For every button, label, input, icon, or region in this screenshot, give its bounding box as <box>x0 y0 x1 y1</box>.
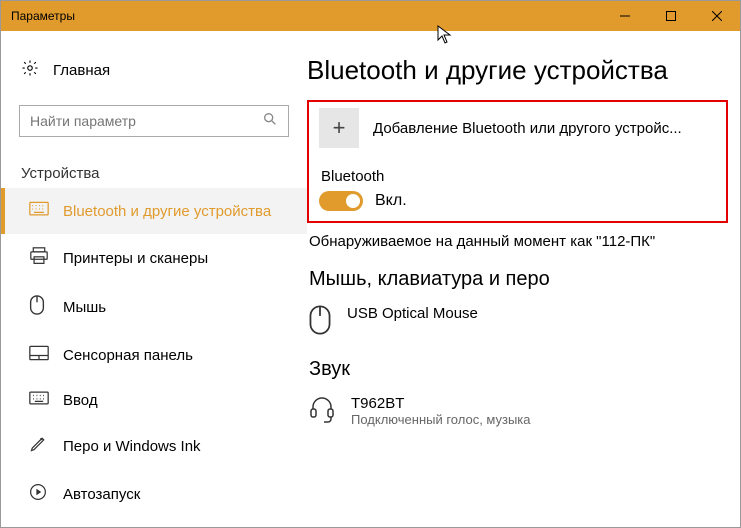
titlebar: Параметры <box>1 1 740 31</box>
device-row-headset[interactable]: T962BT Подключенный голос, музыка <box>307 391 740 446</box>
sidebar-item-label: Мышь <box>63 299 106 316</box>
sidebar-item-bluetooth[interactable]: Bluetooth и другие устройства <box>1 188 307 234</box>
toggle-state-label: Вкл. <box>375 192 407 210</box>
device-subtitle: Подключенный голос, музыка <box>351 412 531 427</box>
search-input[interactable] <box>19 105 289 137</box>
pen-icon <box>29 435 49 457</box>
plus-icon: + <box>319 108 359 148</box>
sidebar-item-touchpad[interactable]: Сенсорная панель <box>1 332 307 378</box>
sidebar-item-typing[interactable]: Ввод <box>1 378 307 422</box>
sidebar-group-title: Устройства <box>1 155 307 188</box>
sidebar-item-mouse[interactable]: Мышь <box>1 282 307 332</box>
sidebar-item-label: Сенсорная панель <box>63 347 193 364</box>
add-device-button[interactable]: + Добавление Bluetooth или другого устро… <box>319 108 716 148</box>
sidebar-item-label: Ввод <box>63 392 98 409</box>
maximize-button[interactable] <box>648 1 694 31</box>
mouse-icon <box>29 295 49 319</box>
sidebar-item-printers[interactable]: Принтеры и сканеры <box>1 234 307 282</box>
main-content: Bluetooth и другие устройства + Добавлен… <box>307 31 740 527</box>
sidebar-item-pen[interactable]: Перо и Windows Ink <box>1 422 307 470</box>
sidebar-item-label: Автозапуск <box>63 486 140 503</box>
bluetooth-toggle[interactable] <box>319 191 363 211</box>
search-field[interactable] <box>30 113 278 129</box>
device-name: T962BT <box>351 395 531 412</box>
sidebar-home-label: Главная <box>53 62 110 79</box>
sidebar-item-label: Перо и Windows Ink <box>63 438 201 455</box>
autoplay-icon <box>29 483 49 505</box>
highlighted-region: + Добавление Bluetooth или другого устро… <box>307 100 728 223</box>
device-name: USB Optical Mouse <box>347 305 478 322</box>
search-icon <box>262 111 278 132</box>
sidebar: Главная Устройства Bluetooth и другие ус… <box>1 31 307 527</box>
gear-icon <box>21 59 39 81</box>
discoverable-text: Обнаруживаемое на данный момент как "112… <box>309 233 740 250</box>
sidebar-home[interactable]: Главная <box>1 49 307 91</box>
window-title: Параметры <box>11 9 75 23</box>
bluetooth-label: Bluetooth <box>321 168 716 185</box>
close-button[interactable] <box>694 1 740 31</box>
section-sound: Звук <box>309 358 740 381</box>
sidebar-item-autoplay[interactable]: Автозапуск <box>1 470 307 518</box>
page-title: Bluetooth и другие устройства <box>307 55 740 86</box>
mouse-icon <box>309 305 331 340</box>
sidebar-item-label: Принтеры и сканеры <box>63 250 208 267</box>
sidebar-item-label: Bluetooth и другие устройства <box>63 203 271 220</box>
keyboard-icon <box>29 391 49 409</box>
add-device-label: Добавление Bluetooth или другого устройс… <box>373 120 682 137</box>
headset-icon <box>309 395 335 428</box>
section-mouse-keyboard: Мышь, клавиатура и перо <box>309 268 740 291</box>
touchpad-icon <box>29 345 49 365</box>
keyboard-icon <box>29 201 49 221</box>
printer-icon <box>29 247 49 269</box>
device-row-mouse[interactable]: USB Optical Mouse <box>307 301 740 358</box>
minimize-button[interactable] <box>602 1 648 31</box>
